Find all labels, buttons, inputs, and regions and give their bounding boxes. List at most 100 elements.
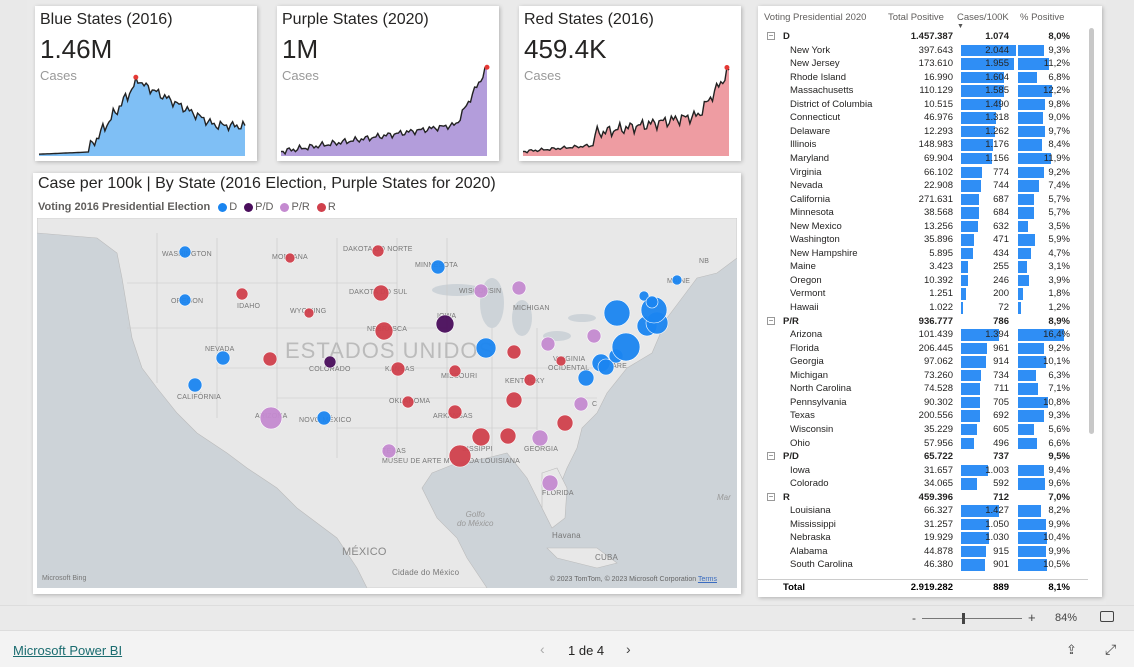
map-bubbles[interactable]	[37, 218, 737, 588]
map-bubble-wv[interactable]	[555, 355, 567, 367]
map-bubble-pa[interactable]	[586, 328, 602, 344]
map-bubble-mi[interactable]	[511, 280, 527, 296]
table-row[interactable]: Nebraska 19.929 1.030 10,4%	[758, 531, 1088, 545]
table-row[interactable]: Iowa 31.657 1.003 9,4%	[758, 464, 1088, 478]
table-row[interactable]: District of Columbia 10.515 1.490 9,8%	[758, 98, 1088, 112]
table-group-row[interactable]: − P/R 936.777 786 8,9%	[758, 315, 1088, 329]
collapse-icon[interactable]: −	[767, 492, 775, 501]
map-bubble-ut[interactable]	[262, 351, 278, 367]
column-header-cases[interactable]: Cases/100K	[957, 12, 1009, 23]
kpi-card-blue[interactable]: Blue States (2016) 1.46M Cases	[35, 6, 257, 161]
prev-page-icon[interactable]: ‹	[540, 641, 545, 657]
terms-link[interactable]: Terms	[698, 576, 717, 583]
table-row[interactable]: Vermont 1.251 200 1,8%	[758, 287, 1088, 301]
map-bubble-nj[interactable]	[611, 332, 641, 362]
column-header-voting[interactable]: Voting Presidential 2020	[764, 12, 866, 23]
legend-item-d[interactable]: D	[218, 201, 237, 213]
matrix-table[interactable]: Voting Presidential 2020 Total Positive …	[758, 6, 1102, 597]
map-bubble-nm[interactable]	[316, 410, 332, 426]
map-bubble-ks[interactable]	[390, 361, 406, 377]
table-group-row[interactable]: − R 459.396 712 7,0%	[758, 491, 1088, 505]
map-bubble-tx[interactable]	[381, 443, 397, 459]
zoom-out-button[interactable]: -	[912, 611, 916, 625]
zoom-in-button[interactable]: +	[1028, 610, 1036, 625]
table-row[interactable]: Rhode Island 16.990 1.604 6,8%	[758, 71, 1088, 85]
map-bubble-ar[interactable]	[447, 404, 463, 420]
legend-item-pd[interactable]: P/D	[244, 201, 273, 213]
table-row[interactable]: Florida 206.445 961 9,2%	[758, 342, 1088, 356]
map-canvas[interactable]: ESTADOS UNIDOS WASHINGTON MONTANA DAKOTA…	[37, 218, 737, 588]
power-bi-link[interactable]: Microsoft Power BI	[13, 643, 122, 658]
table-row[interactable]: Nevada 22.908 744 7,4%	[758, 179, 1088, 193]
table-row[interactable]: Delaware 12.293 1.262 9,7%	[758, 125, 1088, 139]
table-scrollbar[interactable]	[1089, 28, 1094, 434]
map-bubble-wy[interactable]	[303, 307, 315, 319]
legend-item-r[interactable]: R	[316, 201, 336, 213]
table-row[interactable]: Connecticut 46.976 1.318 9,0%	[758, 111, 1088, 125]
table-row[interactable]: Louisiana 66.327 1.427 8,2%	[758, 504, 1088, 518]
map-bubble-ok[interactable]	[401, 395, 415, 409]
zoom-slider-track[interactable]	[922, 618, 1022, 619]
table-row[interactable]: Arizona 101.439 1.394 16,4%	[758, 328, 1088, 342]
map-bubble-nd[interactable]	[371, 244, 385, 258]
map-bubble-id[interactable]	[235, 287, 249, 301]
next-page-icon[interactable]: ›	[626, 641, 631, 657]
map-bubble-wi[interactable]	[473, 283, 489, 299]
table-row[interactable]: New Hampshire 5.895 434 4,7%	[758, 247, 1088, 261]
table-row[interactable]: Georgia 97.062 914 10,1%	[758, 355, 1088, 369]
map-bubble-ny[interactable]	[603, 299, 631, 327]
column-header-total[interactable]: Total Positive	[888, 12, 944, 23]
table-row[interactable]: Michigan 73.260 734 6,3%	[758, 369, 1088, 383]
table-row[interactable]: Colorado 34.065 592 9,6%	[758, 477, 1088, 491]
zoom-slider-handle[interactable]	[962, 613, 965, 624]
map-bubble-mo[interactable]	[448, 364, 462, 378]
table-row[interactable]: Massachusetts 110.129 1.585 12,2%	[758, 84, 1088, 98]
table-row[interactable]: South Carolina 46.380 901 10,5%	[758, 558, 1088, 572]
table-row[interactable]: Maine 3.423 255 3,1%	[758, 260, 1088, 274]
map-bubble-la[interactable]	[448, 444, 472, 468]
map-bubble-in[interactable]	[506, 344, 522, 360]
map-bubble-nh[interactable]	[645, 295, 659, 309]
map-bubble-il[interactable]	[475, 337, 497, 359]
table-row[interactable]: Virginia 66.102 774 9,2%	[758, 166, 1088, 180]
map-bubble-dc[interactable]	[597, 358, 615, 376]
table-row[interactable]: Pennsylvania 90.302 705 10,8%	[758, 396, 1088, 410]
map-bubble-ne[interactable]	[374, 321, 394, 341]
table-row[interactable]: North Carolina 74.528 711 7,1%	[758, 382, 1088, 396]
table-row[interactable]: New York 397.643 2.044 9,3%	[758, 44, 1088, 58]
map-bubble-ms[interactable]	[471, 427, 491, 447]
table-group-row[interactable]: − D 1.457.387 1.074 8,0%	[758, 30, 1088, 44]
map-bubble-nv[interactable]	[215, 350, 231, 366]
table-group-row[interactable]: − P/D 65.722 737 9,5%	[758, 450, 1088, 464]
column-header-pct[interactable]: % Positive	[1020, 12, 1064, 23]
map-bubble-ca[interactable]	[187, 377, 203, 393]
map-bubble-mt[interactable]	[284, 252, 296, 264]
map-bubble-nc[interactable]	[573, 396, 589, 412]
fit-to-page-icon[interactable]	[1100, 611, 1114, 622]
table-row[interactable]: California 271.631 687 5,7%	[758, 193, 1088, 207]
kpi-card-red[interactable]: Red States (2016) 459.4K Cases	[519, 6, 741, 161]
map-bubble-tn[interactable]	[505, 391, 523, 409]
fullscreen-icon[interactable]: ⤢	[1105, 641, 1116, 658]
map-bubble-ky[interactable]	[523, 373, 537, 387]
table-row[interactable]: Oregon 10.392 246 3,9%	[758, 274, 1088, 288]
map-bubble-sc[interactable]	[556, 414, 574, 432]
table-row[interactable]: New Mexico 13.256 632 3,5%	[758, 220, 1088, 234]
map-bubble-sd[interactable]	[372, 284, 390, 302]
table-row[interactable]: Texas 200.556 692 9,3%	[758, 409, 1088, 423]
map-bubble-oh[interactable]	[540, 336, 556, 352]
map-bubble-or[interactable]	[178, 293, 192, 307]
map-bubble-va[interactable]	[577, 369, 595, 387]
map-bubble-az[interactable]	[259, 406, 283, 430]
map-bubble-wa[interactable]	[178, 245, 192, 259]
collapse-icon[interactable]: −	[767, 32, 775, 40]
map-card[interactable]: Case per 100k | By State (2016 Election,…	[33, 173, 741, 594]
table-row[interactable]: Hawaii 1.022 72 1,2%	[758, 301, 1088, 315]
table-row[interactable]: Minnesota 38.568 684 5,7%	[758, 206, 1088, 220]
share-icon[interactable]: ⇪	[1066, 642, 1077, 658]
table-row[interactable]: Maryland 69.904 1.156 11,9%	[758, 152, 1088, 166]
map-bubble-ga[interactable]	[531, 429, 549, 447]
map-bubble-mn[interactable]	[430, 259, 446, 275]
table-row[interactable]: Ohio 57.956 496 6,6%	[758, 437, 1088, 451]
table-row[interactable]: Illinois 148.983 1.176 8,4%	[758, 138, 1088, 152]
